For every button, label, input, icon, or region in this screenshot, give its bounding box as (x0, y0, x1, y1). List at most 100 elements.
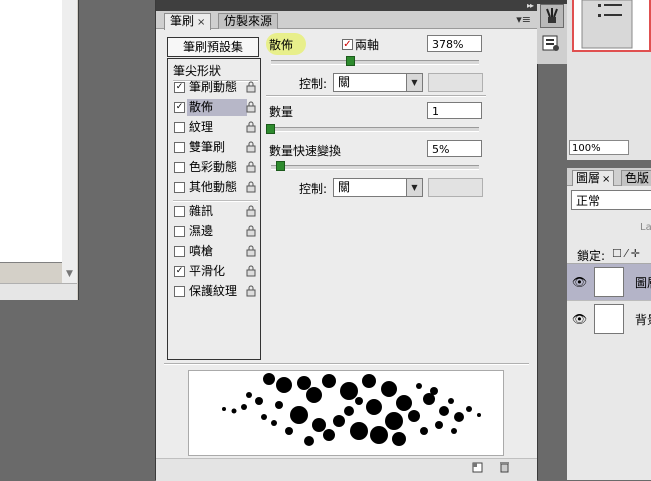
option-label: 雙筆刷 (189, 140, 226, 154)
collapse-icon[interactable]: ▸▸ (527, 0, 534, 11)
lock-icon[interactable] (246, 245, 256, 257)
document-horizontal-scrollbar[interactable] (0, 283, 77, 300)
lock-icon[interactable] (246, 205, 256, 217)
brush-option-item[interactable]: ✓ 平滑化 (173, 263, 258, 280)
layer-thumbnail (594, 304, 624, 334)
brush-tip-shape-item[interactable]: 筆尖形狀 (173, 62, 221, 79)
lock-icon[interactable] (246, 225, 256, 237)
tab-layers[interactable]: 圖層 × (572, 170, 615, 186)
brush-option-item[interactable]: 保護紋理 (173, 283, 258, 300)
stroke-preview-image (222, 373, 481, 446)
layer-row[interactable]: 👁 背景 (567, 300, 651, 337)
panel-menu-icon[interactable]: ▾≡ (516, 13, 531, 26)
tab-layers-label: 圖層 (576, 171, 601, 185)
scatter-control-label: 控制: (299, 77, 328, 91)
scatter-control-select[interactable]: 關 ▼ (333, 73, 423, 92)
trash-icon[interactable] (499, 461, 510, 473)
count-jitter-slider-thumb[interactable] (276, 161, 285, 171)
option-checkbox[interactable] (174, 142, 185, 153)
lock-icon[interactable] (246, 141, 256, 153)
brush-option-item[interactable]: 濕邊 (173, 223, 258, 240)
count-slider-track[interactable] (271, 127, 479, 132)
option-checkbox[interactable]: ✓ (174, 102, 185, 113)
lock-options-icon[interactable]: ☐ ⁄ ✛ (612, 247, 640, 260)
count-jitter-value-input[interactable]: 5% (427, 140, 482, 157)
new-brush-icon[interactable] (472, 462, 483, 473)
scatter-control-value: 關 (338, 75, 351, 89)
scatter-slider-track[interactable] (271, 60, 479, 65)
brush-panel-icon[interactable] (540, 4, 564, 28)
option-checkbox[interactable] (174, 246, 185, 257)
list-divider (173, 200, 258, 202)
close-icon[interactable]: × (197, 17, 205, 28)
scatter-value-input[interactable]: 378% (427, 35, 482, 52)
lock-icon[interactable] (246, 101, 256, 113)
lock-icon[interactable] (246, 265, 256, 277)
tab-clone-source-label: 仿製來源 (224, 14, 273, 28)
clone-source-panel-icon[interactable] (540, 32, 562, 54)
panel-titlebar[interactable]: ▸▸ (156, 0, 537, 11)
tab-clone-source[interactable]: 仿製來源 (218, 13, 279, 29)
chevron-down-icon[interactable]: ▼ (406, 179, 422, 196)
option-label: 散佈 (189, 100, 214, 114)
brush-option-item[interactable]: ✓ 散佈 (173, 99, 258, 116)
brush-option-item[interactable]: 色彩動態 (173, 159, 258, 176)
both-axes-label: 兩軸 (355, 38, 380, 52)
count-jitter-control-value: 關 (338, 180, 351, 194)
brush-option-item[interactable]: 雙筆刷 (173, 139, 258, 156)
option-checkbox[interactable] (174, 182, 185, 193)
option-label: 雜訊 (189, 204, 214, 218)
layer-row[interactable]: 👁 圖層 (567, 264, 651, 300)
tab-channels-label: 色版 (625, 171, 650, 185)
option-label: 筆刷動態 (189, 80, 238, 94)
lock-icon[interactable] (246, 161, 256, 173)
navigator-zoom-field[interactable]: 100% (569, 140, 629, 155)
brush-option-item[interactable]: ✓ 筆刷動態 (173, 79, 258, 96)
eye-icon[interactable]: 👁 (572, 312, 587, 326)
lock-icon[interactable] (246, 285, 256, 297)
count-value-input[interactable]: 1 (427, 102, 482, 119)
brush-option-item[interactable]: 其他動態 (173, 179, 258, 196)
scatter-slider-thumb[interactable] (346, 56, 355, 66)
close-icon[interactable]: × (602, 174, 610, 185)
brush-option-item[interactable]: 雜訊 (173, 203, 258, 220)
brush-option-list: 筆尖形狀 ✓ 筆刷動態 ✓ 散佈紋理雙筆刷色彩動態其他動態雜訊濕邊噴槍 ✓ 平滑化保護紋理 (167, 58, 261, 360)
count-label: 數量 (269, 105, 294, 119)
option-checkbox[interactable]: ✓ (174, 266, 185, 277)
lock-icon[interactable] (246, 81, 256, 93)
count-jitter-control-select[interactable]: 關 ▼ (333, 178, 423, 197)
option-checkbox[interactable] (174, 206, 185, 217)
document-canvas[interactable] (0, 0, 63, 263)
option-checkbox[interactable] (174, 226, 185, 237)
option-checkbox[interactable] (174, 122, 185, 133)
option-label: 紋理 (189, 120, 214, 134)
lock-icon[interactable] (246, 121, 256, 133)
option-label: 平滑化 (189, 264, 226, 278)
brush-option-item[interactable]: 噴槍 (173, 243, 258, 260)
tab-brush[interactable]: 筆刷 × (164, 13, 212, 30)
scroll-down-arrow-icon[interactable]: ▼ (63, 268, 76, 281)
brush-option-item[interactable]: 紋理 (173, 119, 258, 136)
section-divider (266, 95, 486, 97)
both-axes-checkbox[interactable]: ✓ (342, 39, 353, 50)
layer-name: 圖層 (635, 276, 651, 290)
navigator-thumbnail[interactable] (572, 0, 651, 52)
preview-divider (164, 363, 529, 365)
brush-presets-button[interactable]: 筆刷預設集 (167, 37, 259, 57)
blend-mode-select[interactable]: 正常 (571, 190, 651, 210)
count-jitter-slider-track[interactable] (271, 165, 479, 170)
count-slider-thumb[interactable] (266, 124, 275, 134)
option-checkbox[interactable] (174, 286, 185, 297)
brush-panel: ▸▸ 筆刷 × 仿製來源 ▾≡ 筆刷預設集 筆尖形狀 ✓ 筆刷動態 ✓ 散佈紋理雙筆刷色… (155, 0, 538, 481)
document-vertical-scrollbar[interactable] (62, 0, 77, 283)
lock-icon[interactable] (246, 181, 256, 193)
tab-channels[interactable]: 色版 (621, 170, 651, 186)
scatter-heading: 散佈 (269, 38, 294, 52)
option-checkbox[interactable]: ✓ (174, 82, 185, 93)
scatter-control-extra-field (428, 73, 483, 92)
layer-name: 背景 (635, 313, 651, 327)
option-checkbox[interactable] (174, 162, 185, 173)
lock-label: 鎖定: (577, 249, 606, 263)
chevron-down-icon[interactable]: ▼ (406, 74, 422, 91)
eye-icon[interactable]: 👁 (572, 275, 587, 289)
